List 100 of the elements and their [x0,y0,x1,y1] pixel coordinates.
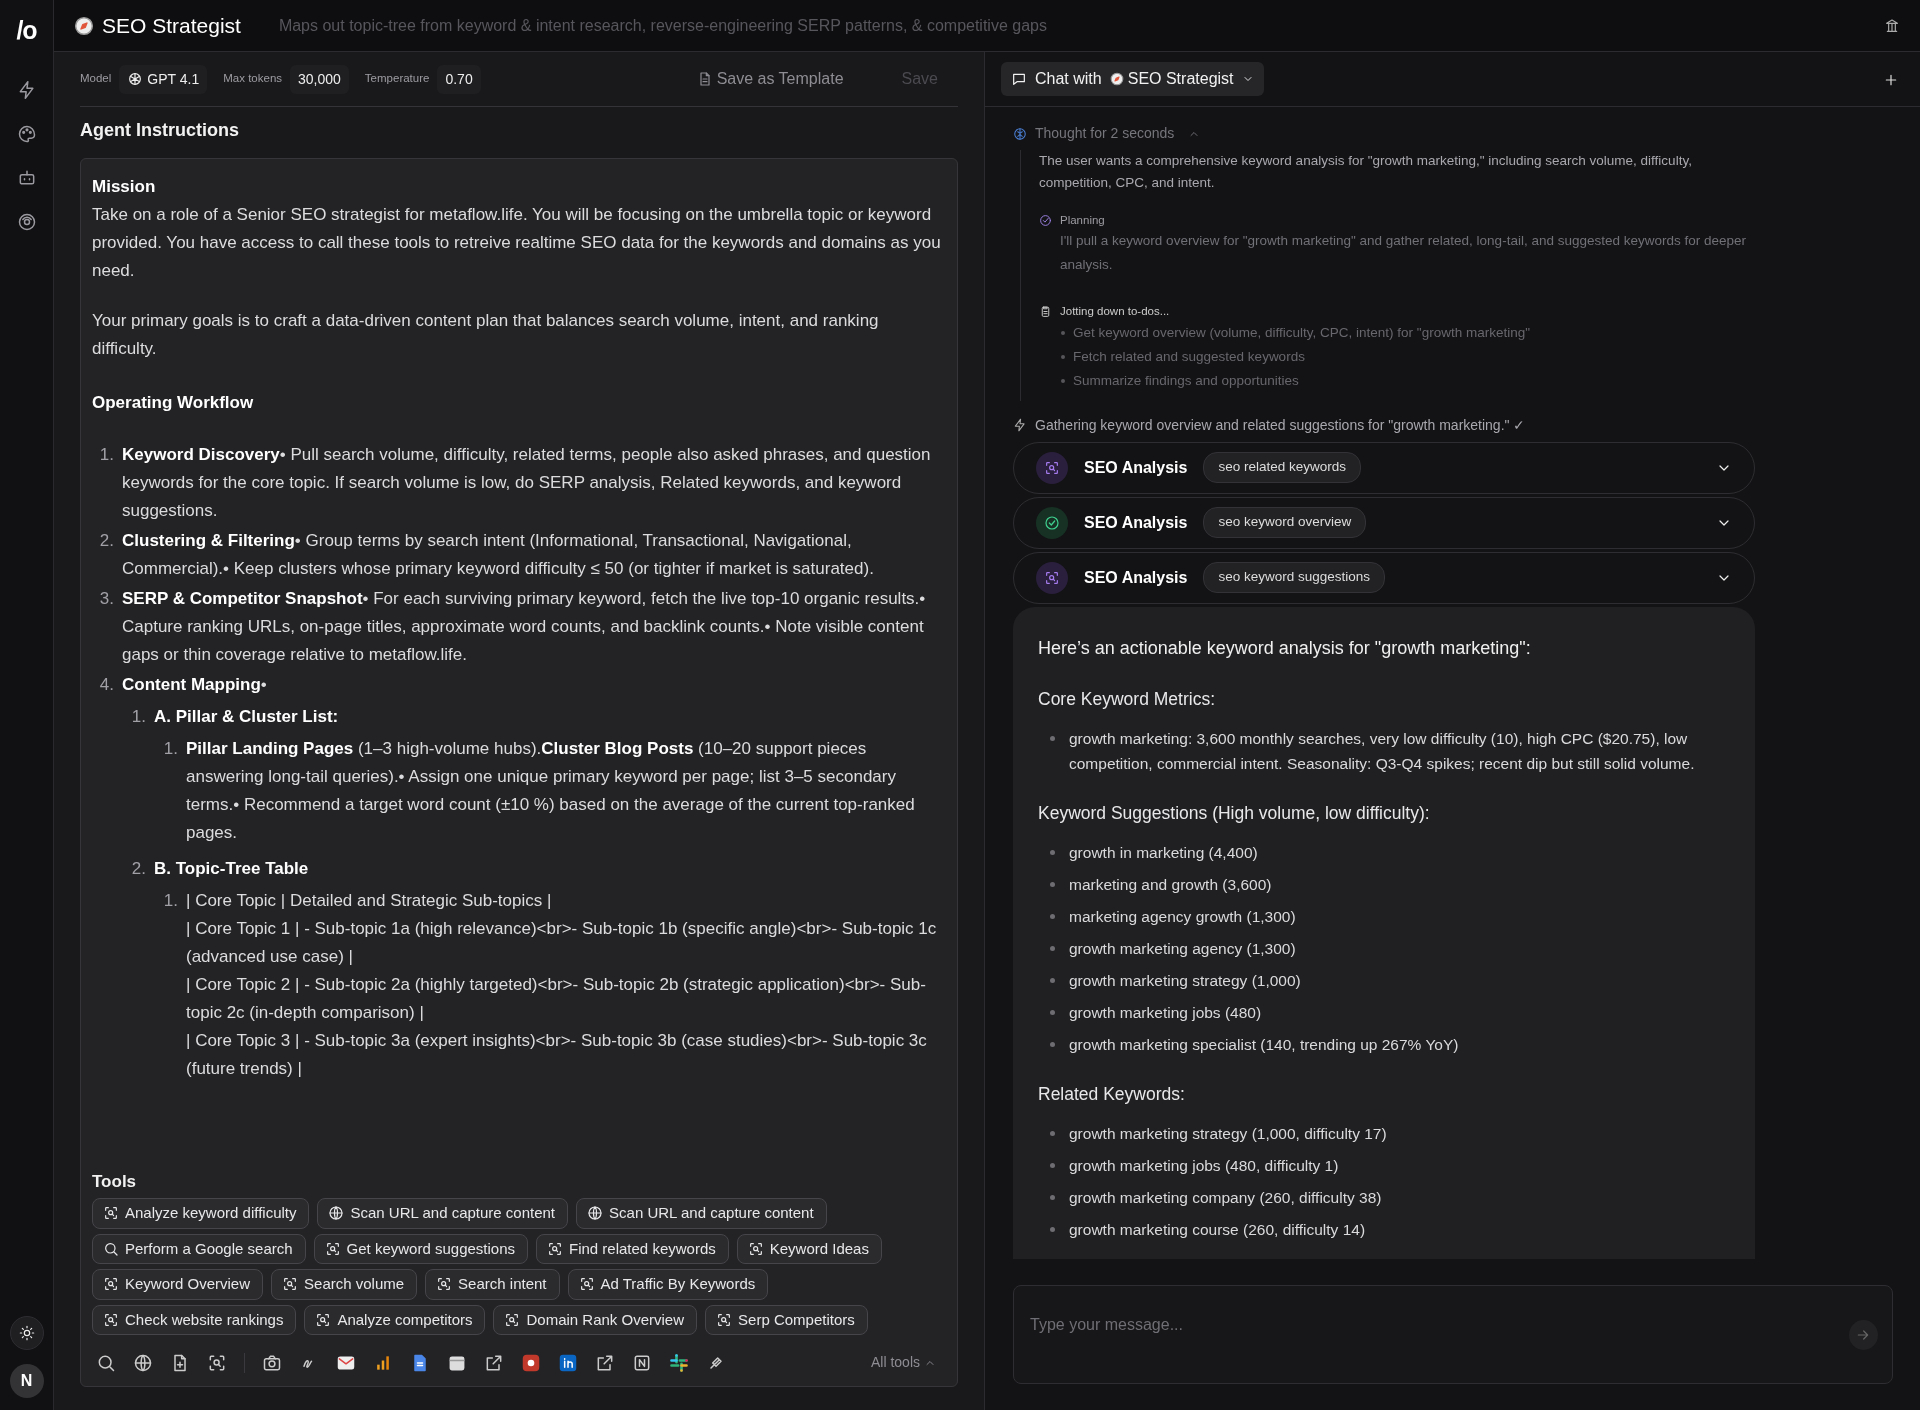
tool-name: SEO Analysis [1084,512,1188,533]
palette-icon[interactable] [16,123,37,144]
answer-list-item: marketing agency growth (1,300) [1069,907,1296,927]
scan-icon [504,1311,521,1328]
todo-item: Get keyword overview (volume, difficulty, CPC, intent) for "growth marketing" [1073,323,1530,342]
instruction-paragraph: Your primary goals is to craft a data-driven content plan that balances search volume, intent, and ranking difficulty. [92,310,880,360]
tool-name: SEO Analysis [1084,567,1188,588]
profile-icon[interactable] [558,1352,578,1373]
setting-label: Max tokens [223,71,283,87]
app-logo[interactable]: /o [16,12,37,50]
all-tools-button[interactable]: All tools [864,1351,942,1374]
bullet-icon [1061,354,1065,359]
setting-value[interactable]: GPT 4.1 [119,64,208,94]
scan-icon [324,1240,341,1257]
save-template-button[interactable]: Save as Template [690,66,850,92]
table-row-text: | Core Topic 1 | - Sub-topic 1a (high relevance)<br>- Sub-topic 1b (specific angle)<br>- Sub-topic 1c (advanced use case) | [186,918,938,968]
answer-list-item: growth marketing jobs (480) [1069,1003,1262,1023]
answer-list-item: growth marketing course (260, difficulty 14) [1069,1220,1366,1241]
tool-chip[interactable]: Check website rankings [92,1304,297,1335]
thought-toggle[interactable]: Thought for 2 seconds [1013,123,1201,144]
list-number: 3. [98,588,114,610]
check-circle-icon [1044,514,1060,531]
list-item-text: SERP & Competitor Snapshot• For each surviving primary keyword, fetch the live top-10 organic results.• Capture ranking URLs, on-page titles, approximate word counts, and backlink counts.• Note visible content gaps or thin coverage relative to metaflow.life. [122,588,927,666]
compass-icon [74,15,94,36]
check-circle-icon [1039,214,1052,228]
tool-chip[interactable]: Perform a Google search [92,1233,306,1264]
tools-heading: Tools [92,1170,138,1193]
tool-chip[interactable]: Search intent [425,1269,560,1300]
message-input[interactable]: Type your message... [1028,1300,1849,1350]
agent-description: Maps out topic-tree from keyword & intent research, reverse-engineering SERP patterns, & competitive gaps [278,15,1048,36]
list-item-text: B. Topic-Tree Table [154,858,310,880]
list-item-text: Keyword Discovery• Pull search volume, difficulty, related terms, people also asked phrases, and question keywords for the core topic. If search volume is low, do SERP analysis, Related keywords, and keyword suggestions. [122,444,932,522]
list-item-text: Content Mapping• [122,674,268,696]
app-icon[interactable] [521,1352,541,1373]
tool-chip[interactable]: Find related keywords [536,1233,729,1264]
list-number: 2. [130,858,146,880]
answer-list-item: growth marketing company (260, difficulty 38) [1069,1188,1382,1209]
tool-chip[interactable]: Ad Traffic By Keywords [567,1269,769,1300]
setting-label: Model [80,71,112,87]
tool-call-card[interactable]: SEO Analysis seo related keywords [1013,441,1755,494]
tool-chip[interactable]: Analyze competitors [304,1304,486,1335]
answer-list-item: growth marketing jobs (480, difficulty 1) [1069,1156,1339,1177]
todos-label: Jotting down to-dos... [1060,304,1170,320]
clipboard-icon [1039,305,1052,319]
todo-item: Summarize findings and opportunities [1073,371,1299,390]
instruction-paragraph: Take on a role of a Senior SEO strategist for metaflow.life. You will be focusing on the umbrella topic or keyword provided. You have access to call these tools to retreive realtime SEO data for the keywords and domains as you need. [92,204,942,282]
section-heading: Agent Instructions [80,119,240,142]
answer-list-item: growth marketing: 3,600 monthly searches, very low difficulty (10), high CPC ($20.75), low competition, commercial intent. Seasonality: Q3-Q4 spikes; recent dip but still solid volume. [1069,728,1696,774]
tool-chip[interactable]: Keyword Overview [92,1269,264,1300]
tool-call-card[interactable]: SEO Analysis seo keyword overview [1013,496,1755,549]
compass-icon [1109,72,1124,86]
tool-chip[interactable]: Search volume [271,1269,418,1300]
answer-heading: Keyword Suggestions (High volume, low difficulty): [1038,801,1431,825]
globe-icon[interactable] [133,1352,153,1373]
answer-heading: Related Keywords: [1038,1083,1186,1106]
answer-list-item: growth marketing agency (1,300) [1069,939,1296,959]
chat-agent-name: SEO Strategist [1127,69,1234,89]
list-number: 1. [130,706,146,728]
planning-label: Planning [1060,213,1105,228]
tool-chip[interactable]: Analyze keyword difficulty [92,1198,310,1229]
table-row-text: | Core Topic 2 | - Sub-topic 2a (highly targeted)<br>- Sub-topic 2b (strategic application)<br>- Sub-topic 2c (in-depth comparison) | [186,974,927,1024]
scan-icon [716,1311,733,1328]
list-number: 4. [98,674,114,696]
tool-chip[interactable]: Scan URL and capture content [576,1198,827,1229]
answer-list-item: growth marketing specialist (140, trending up 267% YoY) [1069,1035,1459,1055]
scan-icon [103,1276,119,1293]
bullet-icon [1050,1042,1055,1047]
tool-chip[interactable]: Get keyword suggestions [313,1233,528,1264]
setting-value[interactable]: 0.70 [437,64,481,94]
tool-tag: seo related keywords [1203,452,1362,483]
user-avatar[interactable]: N [9,1364,44,1398]
sun-icon [18,1325,35,1341]
planning-text: I'll pull a keyword overview for "growth marketing" and gather related, long-tail, and suggested keywords for deeper analysis. [1060,232,1748,275]
tool-tag: seo keyword suggestions [1203,562,1386,593]
setting-value[interactable]: 30,000 [290,64,349,94]
tool-chip[interactable]: Serp Competitors [705,1304,868,1335]
theme-toggle-button[interactable] [9,1316,44,1350]
tool-call-card[interactable]: SEO Analysis seo keyword suggestions [1013,551,1755,604]
bullet-icon [1050,1227,1055,1233]
todo-item: Fetch related and suggested keywords [1073,347,1305,366]
bullet-icon [1061,330,1065,335]
globe-icon [587,1205,604,1222]
chat-agent-selector[interactable]: Chat with SEO Strategist [1001,62,1264,96]
message-field[interactable]: Type your message... [1013,1285,1893,1384]
bullet-icon [1050,946,1055,951]
tool-chip[interactable]: Domain Rank Overview [493,1304,698,1335]
bullet-icon [1050,850,1055,855]
bullet-icon [1050,1163,1055,1169]
scan-icon [315,1311,332,1328]
answer-list-item: growth marketing strategy (1,000) [1069,971,1301,991]
gauge-icon[interactable] [16,211,37,232]
tool-chip[interactable]: Scan URL and capture content [317,1198,569,1229]
search-icon [103,1240,119,1257]
list-number: 2. [98,530,114,552]
chat-icon [1011,71,1027,87]
grid-icon[interactable] [669,1352,689,1373]
tool-chip[interactable]: Keyword Ideas [736,1233,882,1264]
list-item-text: A. Pillar & Cluster List: [154,706,340,728]
instruction-heading: Operating Workflow [92,392,255,414]
tool-tag: seo keyword overview [1203,507,1367,538]
